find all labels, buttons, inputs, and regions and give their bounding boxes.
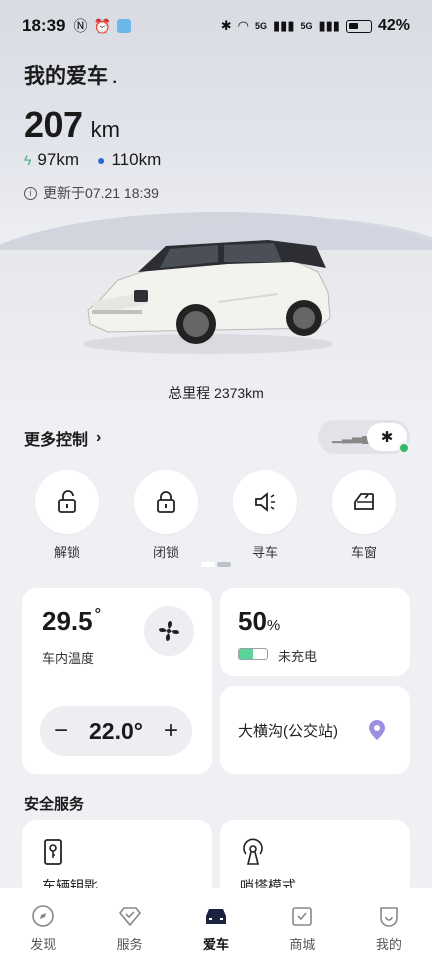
tab-profile[interactable]: 我的: [346, 888, 432, 960]
safety-section-title: 安全服务: [24, 796, 85, 813]
cabin-temperature-value: 29.5: [42, 606, 93, 636]
odometer: 总里程 2373km: [168, 385, 264, 401]
bottom-tab-bar: 发现 服务 爱车 商城 我的: [0, 888, 432, 960]
signal-bars-icon: ▮▮▮: [318, 18, 340, 33]
car-image[interactable]: [78, 232, 338, 362]
tab-label: 爱车: [203, 937, 230, 952]
cabin-temperature: 29.5 °: [42, 606, 101, 637]
nfc-icon: Ⓝ: [73, 18, 88, 34]
page-title: 我的爱车 .: [24, 60, 117, 90]
status-bar: 18:39 Ⓝ ⏰ ✱ ◠ 5G ▮▮▮ 5G ▮▮▮ 42%: [0, 0, 432, 52]
location-pin-icon: [369, 720, 385, 740]
control-label: 解锁: [53, 545, 80, 560]
update-time-text: 更新于07.21 18:39: [43, 185, 159, 201]
signal-5g-label: 5G: [300, 21, 313, 31]
total-range: 207 km: [24, 104, 120, 146]
window-icon[interactable]: [332, 470, 396, 534]
location-card[interactable]: 大横沟(公交站): [220, 686, 410, 774]
tab-label: 商城: [289, 937, 316, 952]
control-label: 车窗: [350, 545, 377, 560]
lock-icon[interactable]: [134, 470, 198, 534]
wifi-icon: ◠: [237, 18, 249, 33]
electric-bolt-icon: ϟ: [24, 152, 32, 168]
info-icon: i: [24, 186, 37, 200]
climate-card[interactable]: 29.5 ° 车内温度 − 22.0° +: [22, 588, 212, 774]
tab-service[interactable]: 服务: [86, 888, 172, 960]
tab-shop[interactable]: 商城: [259, 888, 345, 960]
electric-range: 97km: [37, 150, 79, 169]
bluetooth-icon: ✱: [220, 18, 232, 33]
temperature-setter: − 22.0° +: [40, 706, 192, 756]
charging-status: 未充电: [278, 649, 318, 664]
fuel-range: 110km: [111, 150, 162, 169]
decrease-temp-button[interactable]: −: [54, 717, 68, 745]
status-time: 18:39: [22, 16, 66, 35]
battery-bar: [238, 648, 268, 660]
tab-label: 我的: [375, 937, 402, 952]
battery-level: 50%: [238, 606, 280, 637]
fuel-drop-icon: ●: [97, 152, 106, 168]
control-find-car[interactable]: 寻车: [233, 470, 297, 561]
tab-label: 服务: [116, 937, 143, 952]
battery-level-value: 50: [238, 606, 267, 636]
shop-icon: [292, 907, 313, 926]
compass-icon: [32, 905, 55, 927]
signal-5g-label: 5G: [255, 21, 268, 31]
cabin-temperature-label: 车内温度: [42, 651, 95, 666]
page-indicator: [201, 562, 231, 567]
service-icon: [118, 907, 141, 927]
battery-bar-fill: [239, 649, 253, 659]
set-temperature: 22.0°: [89, 717, 143, 744]
more-controls-label: 更多控制: [24, 432, 89, 449]
chevron-right-icon: ›: [96, 429, 102, 446]
page-dot: [217, 562, 231, 567]
sentry-icon: [243, 838, 263, 865]
control-lock[interactable]: 闭锁: [134, 470, 198, 561]
title-dot: .: [108, 70, 117, 87]
tab-discover[interactable]: 发现: [0, 888, 86, 960]
control-label: 闭锁: [152, 545, 179, 560]
car-icon: [206, 909, 227, 924]
alarm-icon: ⏰: [93, 17, 111, 34]
horn-icon[interactable]: [233, 470, 297, 534]
range-breakdown: ϟ 97km ● 110km: [24, 150, 161, 170]
control-unlock[interactable]: 解锁: [35, 470, 99, 561]
tab-label: 发现: [30, 937, 57, 952]
unlock-icon[interactable]: [35, 470, 99, 534]
battery-percent: 42%: [377, 17, 410, 34]
page-dot-active: [201, 562, 215, 567]
control-window[interactable]: 车窗: [332, 470, 396, 561]
more-controls-button[interactable]: 更多控制 ›: [24, 426, 101, 450]
app-notification-icon: [116, 19, 131, 33]
connection-toggle[interactable]: ▁▂▃▄ ✱: [318, 420, 410, 454]
degree-symbol: °: [94, 606, 102, 623]
signal-bars-icon: ▮▮▮: [273, 18, 295, 33]
connected-dot: [398, 442, 410, 454]
percent-sign: %: [266, 617, 281, 634]
page-title-text: 我的爱车: [24, 65, 108, 88]
tab-my-car[interactable]: 爱车: [173, 888, 259, 960]
profile-icon: [380, 907, 398, 927]
battery-card[interactable]: 50% 未充电: [220, 588, 410, 676]
battery-icon: [345, 19, 372, 33]
range-value: 207: [24, 104, 83, 145]
fan-icon[interactable]: [144, 606, 194, 656]
key-icon: [44, 839, 62, 865]
control-label: 寻车: [251, 545, 278, 560]
increase-temp-button[interactable]: +: [164, 717, 178, 745]
range-unit: km: [90, 117, 120, 142]
update-time: i 更新于07.21 18:39: [24, 183, 159, 203]
location-name: 大横沟(公交站): [238, 723, 338, 740]
network-signal-icon[interactable]: ▁▂▃▄: [332, 428, 371, 444]
